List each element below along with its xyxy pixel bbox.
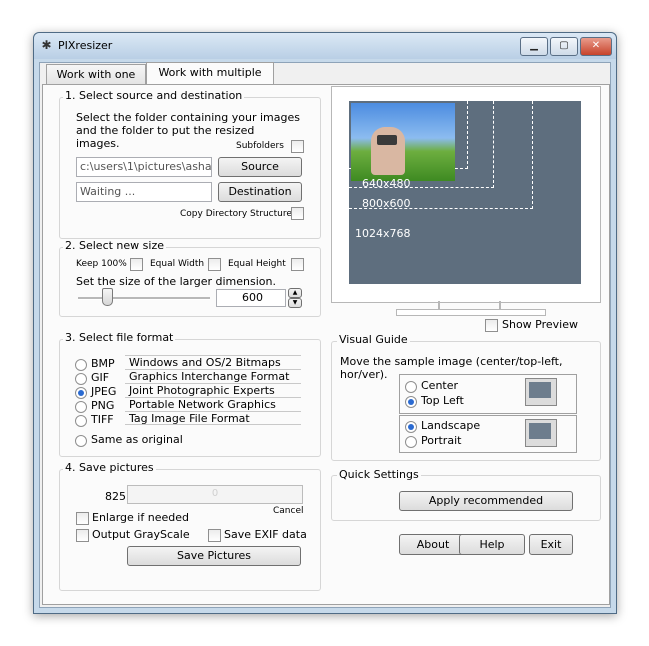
show-preview-checkbox[interactable] [485,319,498,332]
monitor-base [396,309,546,316]
size-prompt: Set the size of the larger dimension. [76,275,276,288]
client-area: Work with one file Work with multiple fi… [39,62,611,608]
cancel-link[interactable]: Cancel [273,506,304,516]
format-gif-radio[interactable] [75,373,87,385]
help-button[interactable]: Help [459,534,525,555]
orientation-monitor-screen [529,423,551,439]
format-png-radio[interactable] [75,401,87,413]
enlarge-label: Enlarge if needed [92,511,189,524]
maximize-button[interactable]: ▢ [550,37,578,56]
format-tiff-desc: Tag Image File Format [125,411,301,425]
format-png-desc: Portable Network Graphics [125,397,301,411]
pictures-count: 825 [105,490,126,503]
keep100-checkbox[interactable] [130,258,143,271]
topleft-radio[interactable] [405,396,417,408]
center-radio[interactable] [405,381,417,393]
about-button[interactable]: About [399,534,467,555]
size-label-640: 640x480 [362,177,411,190]
format-bmp-radio[interactable] [75,359,87,371]
copy-directory-label: Copy Directory Structure [180,209,292,219]
size-slider-thumb[interactable] [102,288,113,306]
tab-one-file[interactable]: Work with one file [46,64,146,101]
landscape-radio[interactable] [405,421,417,433]
tab-panel-multiple: 1. Select source and destination Select … [42,84,610,605]
position-monitor-icon [525,378,557,406]
copy-directory-checkbox[interactable] [291,207,304,220]
equal-width-label: Equal Width [150,259,205,269]
format-png-label: PNG [91,399,115,412]
enlarge-checkbox[interactable] [76,512,89,525]
same-as-original-radio[interactable] [75,435,87,447]
exit-button[interactable]: Exit [529,534,573,555]
size-label-800: 800x600 [362,197,411,210]
format-jpeg-desc: Joint Photographic Experts Group [125,383,301,410]
subfolders-label: Subfolders [236,141,284,151]
keep100-label: Keep 100% [76,259,127,269]
center-label: Center [421,379,459,392]
orientation-monitor-icon [525,419,557,447]
destination-button[interactable]: Destination [218,182,302,202]
app-icon: ✱ [41,38,52,52]
portrait-label: Portrait [421,434,462,447]
size-label-1024: 1024x768 [355,227,411,240]
source-path-field[interactable]: c:\users\1\pictures\asham [76,157,212,177]
portrait-radio[interactable] [405,436,417,448]
show-preview-label: Show Preview [502,318,578,331]
quick-settings-title: Quick Settings [337,468,421,481]
minimize-button[interactable]: ▁ [520,37,548,56]
source-button[interactable]: Source [218,157,302,177]
grayscale-label: Output GrayScale [92,528,190,541]
equal-width-checkbox[interactable] [208,258,221,271]
monitor-stand-left [438,301,440,309]
size-slider-track[interactable] [78,297,210,300]
grayscale-checkbox[interactable] [76,529,89,542]
exif-checkbox[interactable] [208,529,221,542]
exif-label: Save EXIF data [224,528,307,541]
section4-title: 4. Save pictures [63,461,156,474]
format-gif-desc: Graphics Interchange Format [125,369,301,383]
equal-height-checkbox[interactable] [291,258,304,271]
destination-status-field[interactable]: Waiting ... [76,182,212,202]
subfolders-checkbox[interactable] [291,140,304,153]
app-window: ✱ PIXresizer ▁ ▢ ✕ Work with one file Wo… [33,32,617,614]
window-title: PIXresizer [58,39,113,52]
close-button[interactable]: ✕ [580,37,612,56]
size-down-button[interactable]: ▼ [288,298,302,308]
save-pictures-button[interactable]: Save Pictures [127,546,301,566]
landscape-label: Landscape [421,419,481,432]
topleft-label: Top Left [421,394,464,407]
format-bmp-desc: Windows and OS/2 Bitmaps [125,355,301,369]
save-progress-bar: 0 [127,485,303,504]
preview-canvas: 640x480 800x600 1024x768 [349,101,581,284]
format-tiff-radio[interactable] [75,415,87,427]
format-tiff-label: TIFF [91,413,114,426]
position-monitor-screen [529,382,551,398]
tab-multiple-files[interactable]: Work with multiple files [146,62,274,99]
same-as-original-label: Same as original [91,433,183,446]
section3-title: 3. Select file format [63,331,176,344]
equal-height-label: Equal Height [228,259,286,269]
format-jpeg-radio[interactable] [75,387,87,399]
title-bar[interactable]: ✱ PIXresizer ▁ ▢ ✕ [34,33,616,59]
apply-recommended-button[interactable]: Apply recommended [399,491,573,511]
section1-title: 1. Select source and destination [63,89,245,102]
monitor-stand-right [499,301,501,309]
format-bmp-label: BMP [91,357,115,370]
format-gif-label: GIF [91,371,110,384]
visual-guide-title: Visual Guide [337,333,410,346]
section2-title: 2. Select new size [63,239,166,252]
sample-image[interactable] [351,103,455,181]
size-up-button[interactable]: ▲ [288,288,302,298]
sample-camera [377,135,397,145]
format-jpeg-label: JPEG [91,385,117,398]
size-value-field[interactable]: 600 [216,289,286,307]
